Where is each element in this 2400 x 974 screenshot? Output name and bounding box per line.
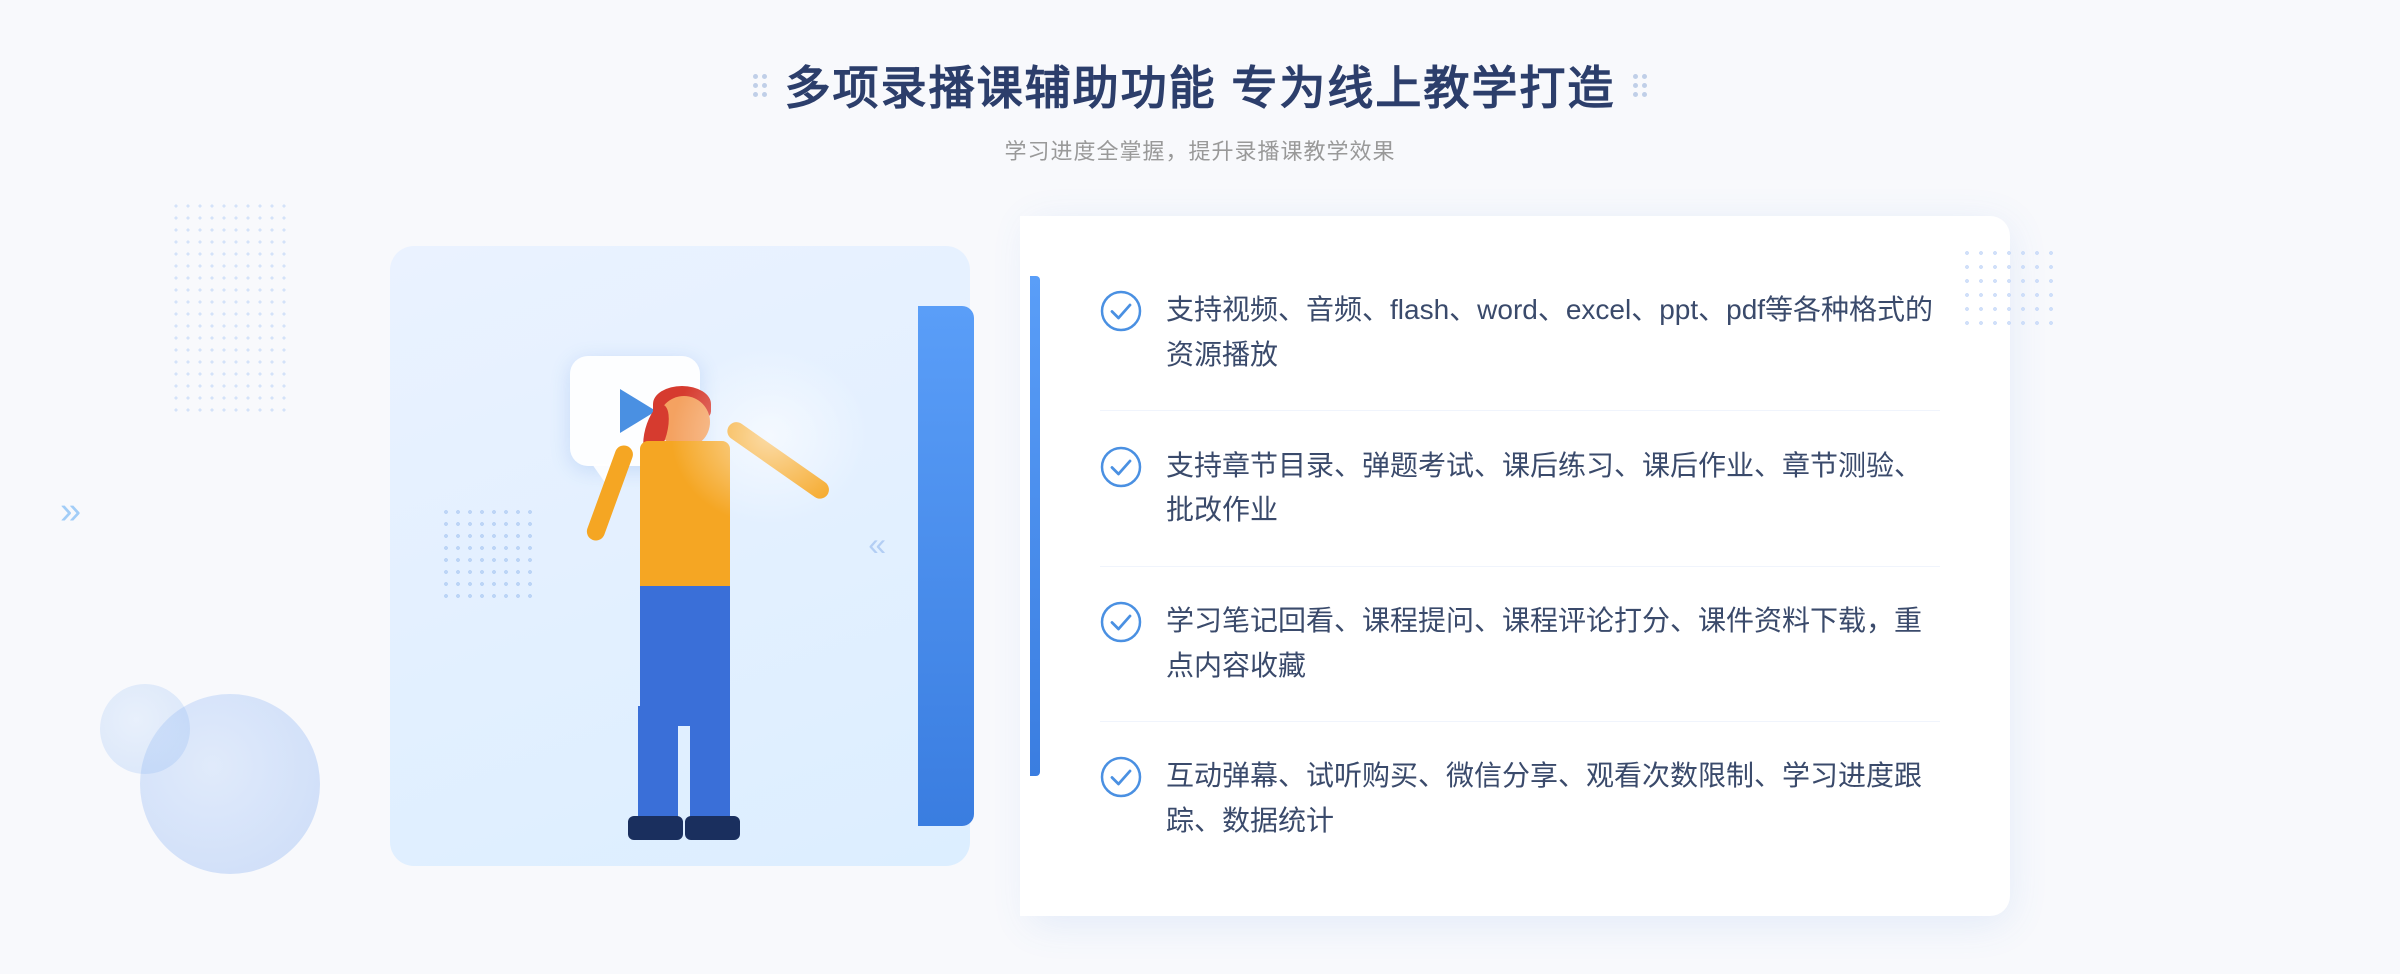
bg-dots-left [170,200,290,420]
header-section: 多项录播课辅助功能 专为线上教学打造 学习进度全掌握，提升录播课教学效果 [753,52,1648,166]
person-pants [640,586,730,726]
light-glow [670,346,870,526]
feature-text-3: 学习笔记回看、课程提问、课程评论打分、课件资料下载，重点内容收藏 [1166,599,1940,689]
check-circle-icon-4 [1100,756,1142,798]
feature-text-1: 支持视频、音频、flash、word、excel、ppt、pdf等各种格式的资源… [1166,288,1940,378]
check-circle-icon-3 [1100,601,1142,643]
feature-item-4: 互动弹幕、试听购买、微信分享、观看次数限制、学习进度跟踪、数据统计 [1100,742,1940,856]
circle-decoration-small [100,684,190,774]
sub-title: 学习进度全掌握，提升录播课教学效果 [753,134,1648,166]
feature-text-4: 互动弹幕、试听购买、微信分享、观看次数限制、学习进度跟踪、数据统计 [1166,754,1940,844]
check-circle-icon-1 [1100,290,1142,332]
illustration-card: « [390,246,970,866]
person-arm-left [584,443,635,543]
divider-3 [1100,721,1940,722]
title-row: 多项录播课辅助功能 专为线上教学打造 [753,52,1648,118]
page-container: » 多项录播课辅助功能 专为线上教学打造 学习进度全掌握，提升录播课教学效果 [0,0,2400,974]
person-leg-left [638,706,678,826]
features-panel: 支持视频、音频、flash、word、excel、ppt、pdf等各种格式的资源… [1030,216,2010,916]
blue-strip [1030,276,1040,776]
person-shoe-right [685,816,740,840]
feature-item-2: 支持章节目录、弹题考试、课后练习、课后作业、章节测验、批改作业 [1100,432,1940,546]
check-circle-icon-2 [1100,446,1142,488]
deco-chevron-illustration: « [868,526,880,563]
main-title: 多项录播课辅助功能 专为线上教学打造 [785,52,1616,118]
feature-text-2: 支持章节目录、弹题考试、课后练习、课后作业、章节测验、批改作业 [1166,444,1940,534]
person-shoe-left [628,816,683,840]
divider-2 [1100,566,1940,567]
content-area: « [390,216,2010,916]
blue-vertical-bar [918,306,974,826]
panel-dots-right [1960,246,2060,326]
left-illustration-panel: « [390,216,1030,916]
divider-1 [1100,410,1940,411]
decoration-dots-right [1633,74,1647,97]
decoration-dots-left [753,74,767,97]
person-leg-right [690,706,730,826]
feature-item-3: 学习笔记回看、课程提问、课程评论打分、课件资料下载，重点内容收藏 [1100,587,1940,701]
feature-item-1: 支持视频、音频、flash、word、excel、ppt、pdf等各种格式的资源… [1100,276,1940,390]
chevron-decoration: » [60,490,73,533]
